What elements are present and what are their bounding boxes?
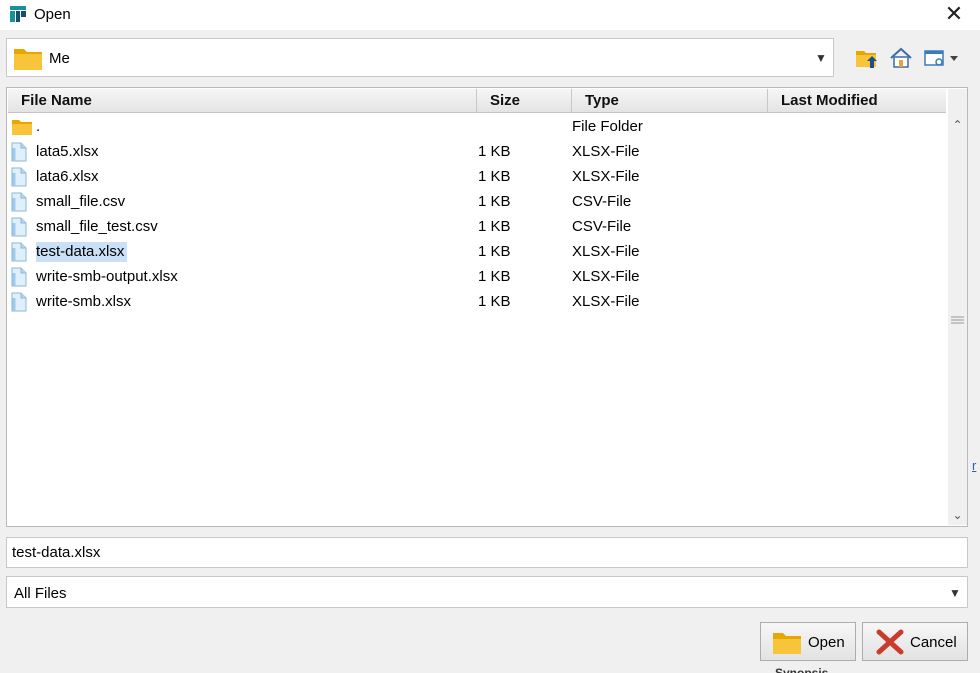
view-options-icon xyxy=(924,50,958,66)
column-header-type[interactable]: Type xyxy=(572,89,768,112)
file-icon xyxy=(11,267,31,287)
close-icon: ✕ xyxy=(944,1,964,26)
file-name: write-smb.xlsx xyxy=(36,293,132,310)
file-type: CSV-File xyxy=(572,218,632,235)
location-text: Me xyxy=(49,50,70,67)
file-type: XLSX-File xyxy=(572,243,640,260)
file-type: XLSX-File xyxy=(572,168,640,185)
file-row[interactable]: lata5.xlsx 1 KB XLSX-File xyxy=(8,139,946,164)
file-type: CSV-File xyxy=(572,193,632,210)
cancel-button-label: Cancel xyxy=(910,634,957,651)
open-button-label: Open xyxy=(808,634,845,651)
column-header-file-name[interactable]: File Name xyxy=(8,89,477,112)
file-name: small_file.csv xyxy=(36,193,126,210)
chevron-down-icon: ▼ xyxy=(815,51,827,65)
file-list[interactable]: File Name Size Type Last Modified . File … xyxy=(6,87,968,527)
file-type: XLSX-File xyxy=(572,293,640,310)
title-bar: Open ✕ xyxy=(0,0,980,30)
file-name-input[interactable] xyxy=(6,537,968,568)
file-size: 1 KB xyxy=(478,143,511,160)
file-icon xyxy=(11,292,31,312)
folder-icon xyxy=(14,49,42,70)
file-size: 1 KB xyxy=(478,268,511,285)
file-row[interactable]: small_file_test.csv 1 KB CSV-File xyxy=(8,214,946,239)
chevron-down-icon: ▼ xyxy=(949,586,961,600)
background-text-fragment: Synopsis xyxy=(775,666,829,673)
file-name: write-smb-output.xlsx xyxy=(36,268,178,285)
file-size: 1 KB xyxy=(478,293,511,310)
close-button[interactable]: ✕ xyxy=(938,2,970,28)
home-button[interactable] xyxy=(888,46,916,72)
file-name: small_file_test.csv xyxy=(36,218,158,235)
folder-open-icon xyxy=(773,633,801,654)
location-dropdown[interactable]: Me ▼ xyxy=(6,38,834,77)
scroll-down-icon[interactable]: ⌄ xyxy=(948,505,967,525)
folder-up-icon xyxy=(856,51,877,68)
file-row[interactable]: write-smb-output.xlsx 1 KB XLSX-File xyxy=(8,264,946,289)
file-name: . xyxy=(36,118,41,135)
folder-up-button[interactable] xyxy=(854,46,882,72)
view-options-button[interactable] xyxy=(922,46,962,72)
file-size: 1 KB xyxy=(478,243,511,260)
window-title: Open xyxy=(34,6,71,23)
background-link-fragment: r xyxy=(972,458,977,473)
file-name: lata5.xlsx xyxy=(36,143,99,160)
file-row[interactable]: lata6.xlsx 1 KB XLSX-File xyxy=(8,164,946,189)
file-row[interactable]: write-smb.xlsx 1 KB XLSX-File xyxy=(8,289,946,314)
file-type: XLSX-File xyxy=(572,268,640,285)
app-icon xyxy=(10,6,26,22)
vertical-scrollbar[interactable]: ⌃ ⌄ xyxy=(948,89,967,525)
home-icon xyxy=(890,47,912,68)
file-type: File Folder xyxy=(572,118,643,135)
file-size: 1 KB xyxy=(478,218,511,235)
file-row[interactable]: . File Folder xyxy=(8,114,946,139)
column-header-row: File Name Size Type Last Modified xyxy=(8,89,946,113)
file-icon xyxy=(11,242,31,262)
file-type-dropdown[interactable]: All Files ▼ xyxy=(6,576,968,608)
file-icon xyxy=(11,142,31,162)
file-row[interactable]: test-data.xlsx 1 KB XLSX-File xyxy=(8,239,946,264)
file-row[interactable]: small_file.csv 1 KB CSV-File xyxy=(8,189,946,214)
open-button[interactable]: Open xyxy=(760,622,856,661)
file-type-selected: All Files xyxy=(14,585,67,602)
file-icon xyxy=(11,192,31,212)
scroll-up-icon[interactable]: ⌃ xyxy=(948,115,967,135)
column-header-size[interactable]: Size xyxy=(477,89,572,112)
file-size: 1 KB xyxy=(478,193,511,210)
folder-icon xyxy=(11,117,32,137)
file-name: test-data.xlsx xyxy=(36,242,128,262)
file-size: 1 KB xyxy=(478,168,511,185)
file-type: XLSX-File xyxy=(572,143,640,160)
file-icon xyxy=(11,217,31,237)
file-name: lata6.xlsx xyxy=(36,168,99,185)
file-icon xyxy=(11,167,31,187)
scroll-grip-icon[interactable] xyxy=(951,315,964,325)
cancel-x-icon xyxy=(876,629,904,655)
cancel-button[interactable]: Cancel xyxy=(862,622,968,661)
column-header-last-modified[interactable]: Last Modified xyxy=(768,89,946,112)
